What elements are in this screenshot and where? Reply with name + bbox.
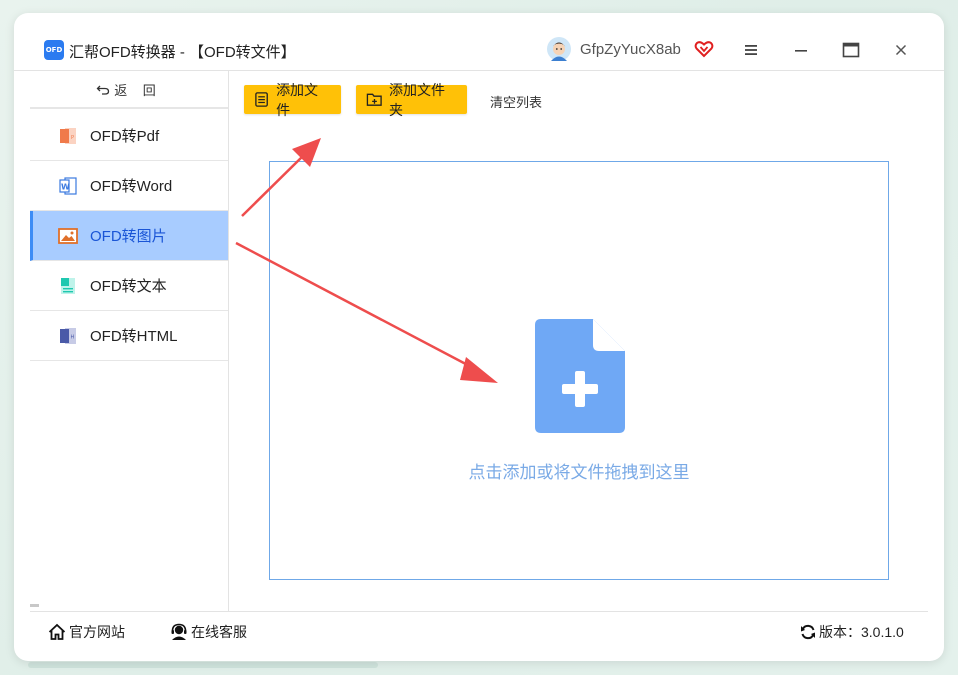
word-file-icon: W: [59, 176, 77, 195]
background-strip: [28, 662, 378, 668]
customer-service-icon: [171, 623, 187, 640]
add-folder-button[interactable]: 添加文件夹: [356, 82, 467, 118]
sidebar-item-label: OFD转文本: [90, 278, 167, 295]
close-icon[interactable]: [890, 39, 912, 61]
sidebar-item-ofd-to-image[interactable]: OFD转图片: [30, 211, 228, 261]
footer: 官方网站 在线客服 版本：3.0.1.0: [30, 611, 928, 651]
add-folder-icon: [366, 93, 382, 106]
svg-text:H: H: [71, 334, 75, 340]
sidebar-resize-handle[interactable]: [30, 604, 39, 607]
back-button[interactable]: 返 回: [30, 71, 228, 109]
minimize-icon[interactable]: [790, 39, 812, 61]
user-avatar-icon[interactable]: [547, 37, 571, 61]
sidebar-item-label: OFD转图片: [90, 228, 167, 245]
sidebar-item-ofd-to-text[interactable]: OFD转文本: [30, 261, 228, 311]
sidebar: 返 回 P OFD转Pdf W OFD转Word OFD转图片 OFD转文本 H…: [14, 71, 229, 611]
online-service-label: 在线客服: [191, 624, 247, 640]
back-arrow-icon: [96, 85, 110, 95]
add-document-icon: [535, 319, 625, 433]
version-info[interactable]: 版本：3.0.1.0: [800, 622, 904, 642]
sidebar-item-label: OFD转Pdf: [90, 128, 160, 145]
add-file-button[interactable]: 添加文件: [244, 82, 341, 118]
sidebar-item-label: OFD转HTML: [90, 328, 178, 345]
drop-zone-hint: 点击添加或将文件拖拽到这里: [468, 463, 690, 482]
svg-text:W: W: [61, 182, 70, 191]
add-folder-label: 添加文件夹: [388, 81, 445, 118]
pdf-file-icon: P: [60, 127, 76, 144]
image-icon: [58, 227, 78, 244]
sidebar-item-ofd-to-html[interactable]: H OFD转HTML: [30, 311, 228, 361]
home-icon: [48, 623, 66, 640]
add-file-icon: [255, 92, 268, 107]
app-logo: OFD: [44, 40, 64, 60]
app-window: OFD 汇帮OFD转换器 - 【OFD转文件】 GfpZyYucX8ab 返 回…: [14, 13, 944, 661]
app-title: 汇帮OFD转换器 - 【OFD转文件】: [69, 44, 296, 61]
refresh-icon: [801, 624, 815, 640]
svg-text:P: P: [71, 135, 74, 141]
add-file-label: 添加文件: [276, 81, 319, 118]
vip-heart-icon[interactable]: [694, 39, 714, 59]
sidebar-item-ofd-to-pdf[interactable]: P OFD转Pdf: [30, 111, 228, 161]
text-file-icon: [61, 277, 75, 294]
online-service-link[interactable]: 在线客服: [170, 622, 247, 642]
title-bar: OFD 汇帮OFD转换器 - 【OFD转文件】 GfpZyYucX8ab: [14, 13, 944, 71]
maximize-icon[interactable]: [840, 39, 862, 61]
version-label: 版本：3.0.1.0: [819, 624, 904, 640]
username[interactable]: GfpZyYucX8ab: [580, 41, 681, 58]
official-site-link[interactable]: 官方网站: [48, 622, 125, 642]
sidebar-item-ofd-to-word[interactable]: W OFD转Word: [30, 161, 228, 211]
clear-list-button[interactable]: 清空列表: [490, 92, 542, 111]
html-file-icon: H: [60, 327, 76, 344]
sidebar-item-label: OFD转Word: [90, 178, 173, 195]
file-drop-zone[interactable]: 点击添加或将文件拖拽到这里: [269, 161, 889, 580]
official-site-label: 官方网站: [69, 624, 125, 640]
back-label: 返 回: [114, 82, 162, 98]
menu-icon[interactable]: [740, 39, 762, 61]
